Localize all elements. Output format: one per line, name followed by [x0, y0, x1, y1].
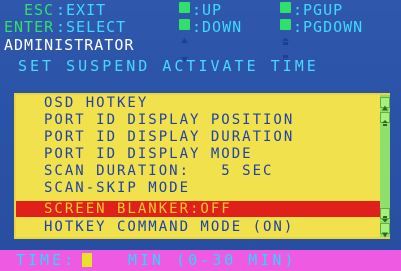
time-input[interactable] [82, 253, 92, 267]
page-title: SET SUSPEND ACTIVATE TIME [18, 57, 319, 75]
enter-action: :SELECT [56, 18, 127, 36]
menu-item-scan-skip-mode[interactable]: SCAN-SKIP MODE [16, 180, 380, 196]
enter-key: ENTER [4, 18, 55, 36]
scrollbar[interactable] [380, 95, 390, 238]
menu-item-screen-blanker[interactable]: SCREEN BLANKER:OFF [16, 201, 380, 217]
status-bar: TIME: MIN (0-30 MIN) [0, 250, 401, 271]
page-up-scroll-icon[interactable] [380, 112, 390, 126]
pgdown-label: :PGDOWN [293, 18, 364, 36]
menu-item-osd-hotkey[interactable]: OSD HOTKEY [16, 95, 380, 111]
time-range-text: MIN (0-30 MIN) [128, 251, 297, 269]
esc-action: :EXIT [56, 1, 107, 19]
menu-item-scan-duration[interactable]: SCAN DURATION: 5 SEC [16, 163, 380, 179]
osd-screen: ESC :EXIT :UP :PGUP ENTER :SELECT :DOWN … [0, 0, 401, 271]
menu-item-hotkey-command-mode[interactable]: HOTKEY COMMAND MODE (ON) [16, 219, 380, 235]
menu-item-port-id-display-duration[interactable]: PORT ID DISPLAY DURATION [16, 129, 380, 145]
scroll-up-icon[interactable] [380, 97, 390, 111]
down-label: :DOWN [192, 18, 243, 36]
page-down-scroll-icon[interactable] [380, 208, 390, 223]
menu-item-port-id-display-position[interactable]: PORT ID DISPLAY POSITION [16, 112, 380, 128]
down-arrow-icon [179, 19, 190, 62]
hint-row-2: ENTER :SELECT :DOWN :PGDOWN [0, 18, 401, 63]
up-arrow-icon [179, 2, 190, 43]
up-label: :UP [192, 1, 223, 19]
page-down-icon [280, 19, 291, 63]
time-label: TIME: [16, 251, 77, 269]
menu-item-port-id-display-mode[interactable]: PORT ID DISPLAY MODE [16, 146, 380, 162]
user-name: ADMINISTRATOR [4, 36, 135, 54]
pgup-label: :PGUP [293, 1, 344, 19]
page-up-icon [280, 2, 291, 45]
menu-list: OSD HOTKEY PORT ID DISPLAY POSITION PORT… [14, 93, 390, 239]
scroll-down-icon[interactable] [380, 223, 390, 238]
esc-key: ESC [24, 1, 55, 19]
hint-row-1: ESC :EXIT :UP :PGUP [0, 1, 401, 45]
